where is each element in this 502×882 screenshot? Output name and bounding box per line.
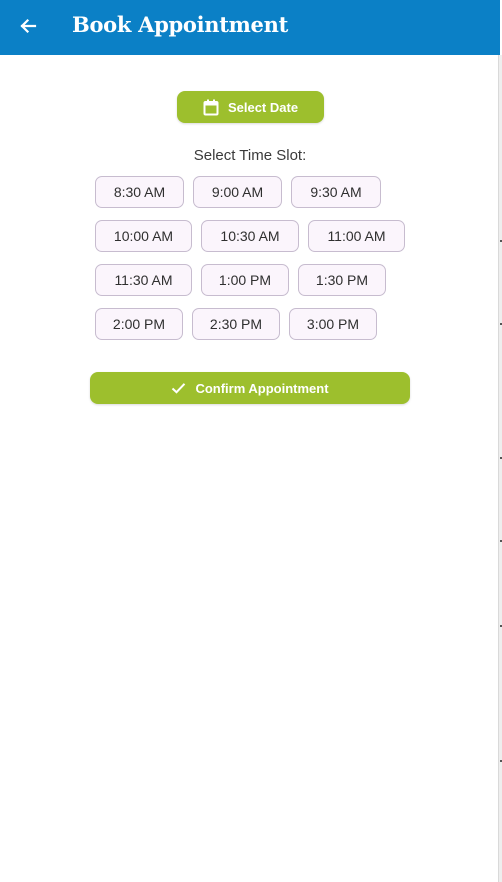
time-slot-button[interactable]: 3:00 PM xyxy=(289,308,377,340)
time-slot-button[interactable]: 11:00 AM xyxy=(308,220,405,252)
calendar-icon xyxy=(203,99,228,116)
back-button[interactable] xyxy=(14,14,42,42)
time-slot-button[interactable]: 11:30 AM xyxy=(95,264,192,296)
confirm-appointment-button[interactable]: Confirm Appointment xyxy=(90,372,410,404)
select-date-button[interactable]: Select Date xyxy=(177,91,324,123)
select-date-label: Select Date xyxy=(227,99,299,115)
time-slot-button[interactable]: 9:30 AM xyxy=(291,176,381,208)
check-icon xyxy=(171,382,195,394)
time-slot-button[interactable]: 1:00 PM xyxy=(201,264,289,296)
page-title: Book Appointment xyxy=(72,12,288,37)
confirm-appointment-label: Confirm Appointment xyxy=(195,380,329,396)
window-edge xyxy=(498,55,502,882)
time-slot-heading: Select Time Slot: xyxy=(193,147,307,164)
arrow-left-icon xyxy=(18,16,38,41)
time-slot-button[interactable]: 8:30 AM xyxy=(95,176,184,208)
time-slot-button[interactable]: 2:00 PM xyxy=(95,308,183,340)
app-bar: Book Appointment xyxy=(0,0,500,55)
time-slot-button[interactable]: 1:30 PM xyxy=(298,264,386,296)
app-screen: Book Appointment Select Date Select Time… xyxy=(0,0,502,882)
time-slot-button[interactable]: 10:00 AM xyxy=(95,220,192,252)
time-slot-button[interactable]: 2:30 PM xyxy=(192,308,280,340)
time-slot-button[interactable]: 9:00 AM xyxy=(193,176,282,208)
time-slot-button[interactable]: 10:30 AM xyxy=(201,220,299,252)
